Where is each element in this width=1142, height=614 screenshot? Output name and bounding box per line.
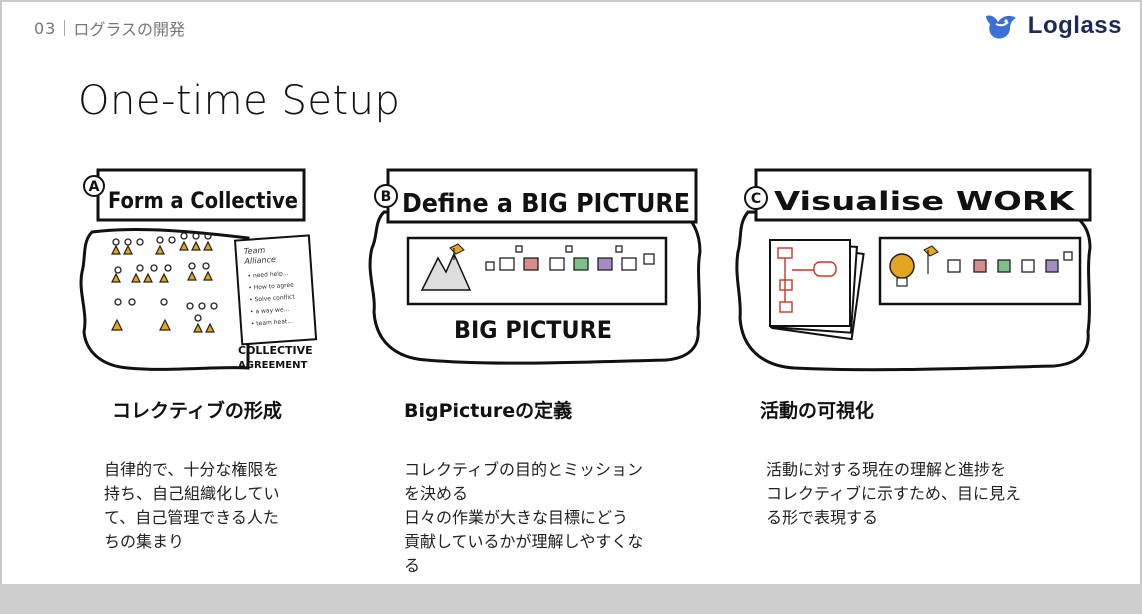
desc-line: 日々の作業が大きな目標にどう bbox=[404, 508, 629, 527]
desc-line: を決める bbox=[404, 484, 469, 503]
svg-text:Team: Team bbox=[243, 246, 265, 256]
desc-line: ちの集まり bbox=[104, 532, 185, 551]
form-collective-sketch: A Form a Collective Team Alliance • need… bbox=[79, 168, 318, 371]
card-big-picture: B Define a BIG PICTURE BIG PICTURE bbox=[366, 162, 706, 374]
desc-line: コレクティブに示すため、目に見え bbox=[766, 484, 1022, 503]
logo-text: Loglass bbox=[1027, 12, 1122, 39]
desc-line: 活動に対する現在の理解と進捗を bbox=[766, 460, 1007, 479]
svg-text:C: C bbox=[751, 191, 761, 207]
slide-number: 03 bbox=[34, 18, 57, 38]
loglass-logo: Loglass bbox=[982, 10, 1122, 42]
slide: 03 ログラスの開発 Loglass One-time Setup A Form… bbox=[2, 2, 1140, 584]
card-b-heading: Define a BIG PICTURE bbox=[402, 189, 690, 219]
card-title-big-picture: BigPictureの定義 bbox=[404, 400, 573, 422]
card-a-footer-1: COLLECTIVE bbox=[238, 344, 313, 357]
card-visualise-work: C Visualise WORK bbox=[734, 162, 1092, 374]
card-title-visualise-work: 活動の可視化 bbox=[760, 400, 875, 422]
card-desc-visualise-work: 活動に対する現在の理解と進捗を コレクティブに示すため、目に見え る形で表現する bbox=[766, 458, 1021, 530]
card-desc-form-collective: 自律的で、十分な権限を 持ち、自己組織化してい て、自己管理できる人た ちの集ま… bbox=[104, 458, 280, 554]
illustration-big-picture: B Define a BIG PICTURE BIG PICTURE bbox=[366, 162, 706, 374]
desc-line: 自律的で、十分な権限を bbox=[104, 460, 280, 479]
card-a-letter: A bbox=[89, 179, 100, 195]
big-picture-sketch: B Define a BIG PICTURE BIG PICTURE bbox=[368, 168, 702, 365]
bottom-bar bbox=[0, 584, 1142, 614]
page-title: One-time Setup bbox=[78, 78, 401, 124]
card-desc-big-picture: コレクティブの目的とミッション を決める 日々の作業が大きな目標にどう 貢献して… bbox=[404, 458, 643, 578]
card-b-footer: BIG PICTURE bbox=[454, 316, 612, 344]
header-divider bbox=[64, 20, 66, 36]
card-a-heading: Form a Collective bbox=[108, 189, 298, 214]
desc-line: 貢献しているかが理解しやすくな bbox=[404, 532, 644, 551]
section-title: ログラスの開発 bbox=[73, 20, 186, 39]
slide-header: 03 ログラスの開発 bbox=[34, 16, 185, 40]
bird-logo-icon bbox=[985, 15, 1016, 39]
desc-line: る bbox=[404, 556, 421, 575]
desc-line: コレクティブの目的とミッション bbox=[404, 460, 644, 479]
svg-text:B: B bbox=[381, 189, 392, 205]
card-a-footer-2: AGREEMENT bbox=[238, 360, 307, 371]
desc-line: る形で表現する bbox=[766, 508, 879, 527]
illustration-visualise-work: C Visualise WORK bbox=[734, 162, 1092, 374]
desc-line: 持ち、自己組織化してい bbox=[104, 484, 280, 503]
card-title-form-collective: コレクティブの形成 bbox=[112, 400, 282, 422]
card-c-heading: Visualise WORK bbox=[774, 187, 1075, 217]
desc-line: て、自己管理できる人た bbox=[104, 508, 279, 527]
visualise-work-sketch: C Visualise WORK bbox=[735, 168, 1092, 372]
